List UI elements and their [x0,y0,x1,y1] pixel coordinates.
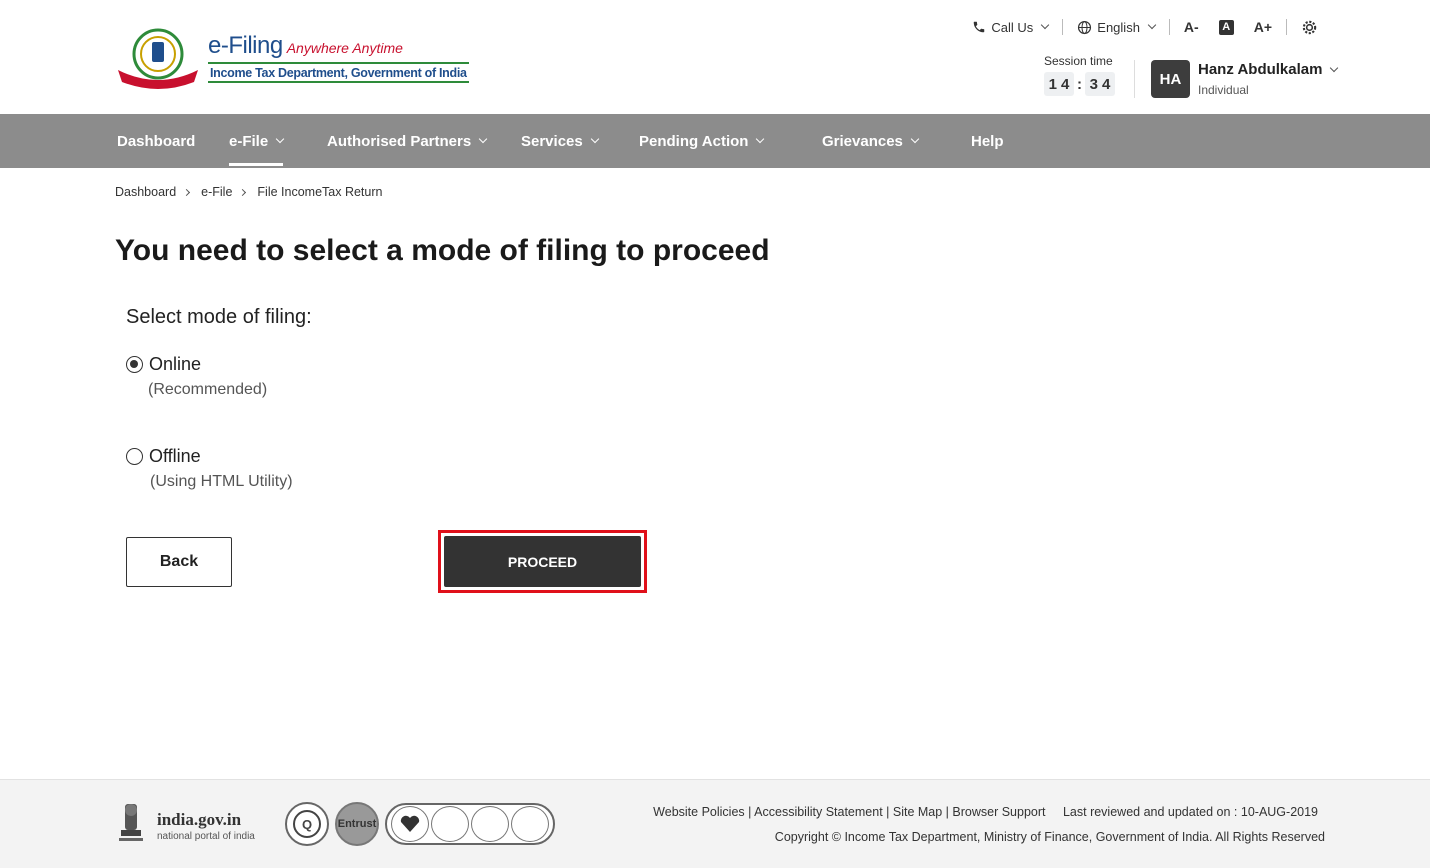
entrust-badge: Entrust [335,802,379,846]
radio-online-sub: (Recommended) [148,381,268,398]
chevron-down-icon [1330,63,1339,72]
radio-offline[interactable]: Offline [126,446,201,467]
nav-label: Dashboard [117,132,196,150]
chevron-down-icon [478,134,488,144]
iso-certificate-icon [431,806,469,842]
nav-label: e-File [229,132,269,150]
font-increase-button[interactable]: A+ [1254,19,1272,35]
font-decrease-button[interactable]: A- [1184,19,1199,35]
back-button[interactable]: Back [126,537,232,587]
iso-certificate-icon [511,806,549,842]
avatar[interactable]: HA [1151,60,1190,98]
nav-pending-action[interactable]: Pending Action [639,114,765,168]
radio-offline-sub: (Using HTML Utility) [150,473,293,490]
chevron-down-icon [1041,20,1050,30]
nav-authorised-partners[interactable]: Authorised Partners [327,114,488,168]
radio-offline-label: Offline [149,446,201,466]
nav-label: Authorised Partners [327,132,472,150]
nav-services[interactable]: Services [521,114,599,168]
chevron-down-icon [590,134,599,144]
nav-label: Help [971,132,1004,150]
toolbar-divider [1168,19,1170,35]
phone-icon [974,21,985,33]
proceed-button[interactable]: PROCEED [444,536,641,587]
session-minutes: 14 [1044,72,1074,96]
last-reviewed: Last reviewed and updated on : 10-AUG-20… [1062,805,1318,819]
efiling-logo[interactable]: e-Filing Anywhere Anytime Income Tax Depa… [114,26,469,90]
timer-colon: : [1077,75,1082,93]
user-name: Hanz Abdulkalam [1198,61,1323,78]
page-title: You need to select a mode of filing to p… [115,234,770,267]
user-menu[interactable]: Hanz Abdulkalam [1198,61,1339,78]
nav-help[interactable]: Help [971,114,1004,168]
certification-badges: Q Entrust [285,801,555,847]
breadcrumb-current: File IncomeTax Return [257,185,383,199]
brand-tagline: Anywhere Anytime [286,40,403,56]
stqc-badge-icon: Q [285,802,329,846]
nav-label: Services [521,132,583,150]
radio-unchecked-icon[interactable] [126,448,143,465]
nav-label: Grievances [822,132,903,150]
session-countdown: 14 : 34 [1044,72,1115,96]
svg-text:Q: Q [302,817,312,832]
brand-title: e-Filing [208,32,283,59]
site-header: e-Filing Anywhere Anytime Income Tax Depa… [0,0,1430,114]
session-seconds: 34 [1085,72,1115,96]
national-emblem-icon [119,804,143,841]
radio-checked-icon[interactable] [126,356,143,373]
toolbar-divider [1062,19,1064,35]
chevron-down-icon [756,134,765,144]
nav-label: Pending Action [639,132,749,150]
language-selector[interactable]: English [1077,19,1157,35]
radio-online[interactable]: Online [126,354,201,375]
session-label: Session time [1044,54,1113,68]
breadcrumb: Dashboard e-File File IncomeTax Return [115,185,382,199]
iso-certificate-icon [471,806,509,842]
brand-title-wrap: e-Filing Anywhere Anytime [208,32,403,60]
language-label: English [1097,19,1140,35]
nav-dashboard[interactable]: Dashboard [117,114,195,168]
call-us-menu[interactable]: Call Us [972,19,1050,35]
main-nav: Dashboard e-File Authorised Partners Ser… [0,114,1430,168]
mode-label: Select mode of filing: [126,306,312,328]
settings-icon[interactable] [1301,19,1318,36]
radio-online-label: Online [149,354,202,374]
font-reset-button[interactable]: A [1218,19,1234,35]
income-tax-emblem-icon [118,28,198,89]
site-footer: india.gov.in national portal of india Q … [0,779,1430,868]
header-toolbar: Call Us English A- A A+ [972,16,1318,38]
nav-grievances[interactable]: Grievances [822,114,920,168]
header-divider [1134,60,1135,98]
footer-links[interactable]: Website Policies | Accessibility Stateme… [653,805,1318,819]
user-role: Individual [1198,83,1249,97]
chevron-right-icon [183,188,191,196]
chevron-down-icon [275,134,285,144]
breadcrumb-efile[interactable]: e-File [201,185,232,199]
chevron-down-icon [1147,20,1157,30]
chevron-down-icon [910,134,920,144]
india-gov-link[interactable]: india.gov.in [157,810,241,830]
bsi-heart-icon [391,806,429,842]
chevron-right-icon [239,188,247,196]
call-us-label: Call Us [991,19,1034,35]
toolbar-divider [1286,19,1287,35]
brand-subtitle: Income Tax Department, Government of Ind… [208,62,469,83]
footer-policy-links[interactable]: Website Policies | Accessibility Stateme… [653,805,1045,819]
globe-icon [1078,20,1092,34]
breadcrumb-dashboard[interactable]: Dashboard [115,185,176,199]
session-timer: Session time 14 : 34 [1044,54,1115,96]
iso-badges [385,803,555,845]
copyright: Copyright © Income Tax Department, Minis… [774,830,1325,844]
nav-efile[interactable]: e-File [229,114,285,168]
india-gov-sub: national portal of india [157,831,255,842]
